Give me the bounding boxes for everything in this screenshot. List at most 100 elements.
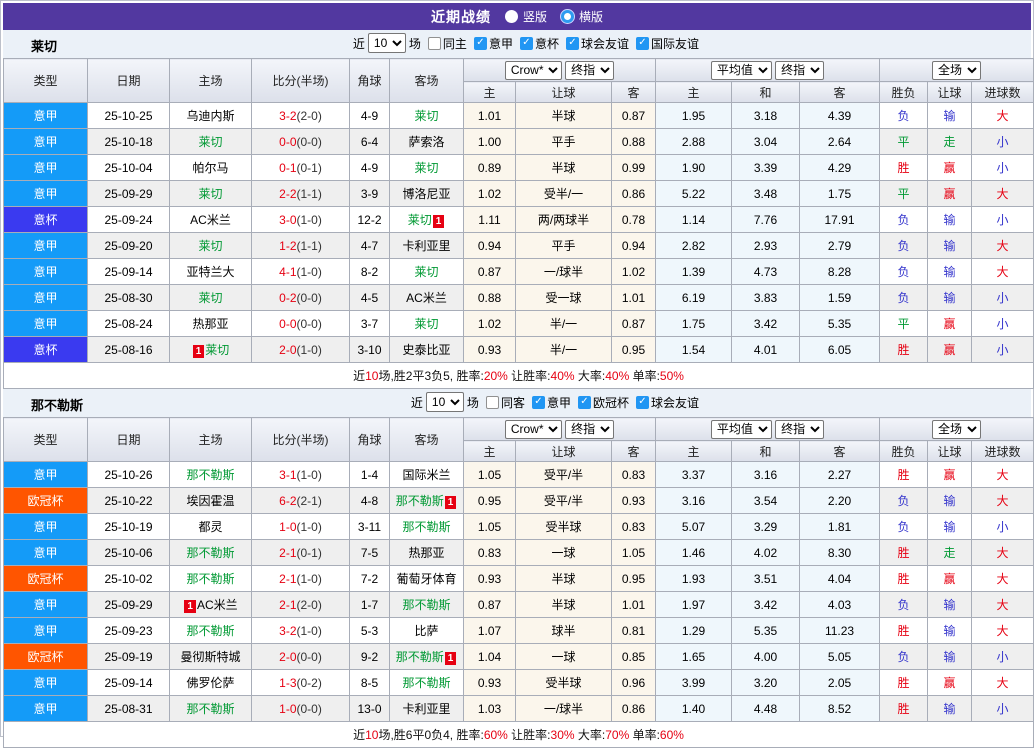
odds-away-cell: 0.99: [611, 154, 656, 181]
competition-label: 意甲: [546, 395, 571, 410]
away-team-cell: 莱切: [389, 310, 464, 337]
checkbox-icon[interactable]: ✓: [473, 36, 487, 50]
avg-time-select[interactable]: 终指: [775, 60, 825, 80]
same-venue-filter[interactable]: 同客: [479, 394, 525, 411]
same-venue-filter[interactable]: 同主: [421, 35, 467, 52]
team-name: AC米兰: [190, 213, 231, 227]
result-goals-cell: 大: [971, 258, 1034, 285]
checkbox-icon[interactable]: ✓: [635, 36, 649, 50]
avg-away-cell: 1.75: [798, 180, 881, 207]
checkbox-icon[interactable]: [427, 36, 441, 50]
corner-cell: 12-2: [349, 206, 390, 233]
avg-home-cell: 1.93: [655, 565, 732, 592]
scope-select[interactable]: 全场: [932, 60, 982, 80]
away-team-cell: 那不勒斯: [389, 591, 464, 618]
date-cell: 25-10-06: [87, 539, 170, 566]
scope-select[interactable]: 全场: [932, 419, 982, 439]
radio-unselected-icon[interactable]: [561, 10, 574, 23]
odds-source-select[interactable]: Crow*: [504, 60, 562, 80]
avg-source-select[interactable]: 平均值: [710, 60, 772, 80]
result-handicap-cell: 输: [927, 232, 973, 259]
odds-source-select[interactable]: Crow*: [504, 419, 562, 439]
result-goals-cell: 小: [971, 128, 1034, 155]
match-row: 欧冠杯 25-10-22 埃因霍温 6-2(2-1) 4-8 那不勒斯 1 0.95 受平/半 0…: [3, 487, 1034, 514]
competition-filters: ✓ 意甲 ✓ 意杯 ✓ 球会友谊 ✓ 国际友谊: [467, 34, 699, 52]
summary-segment: 大率:: [574, 369, 606, 383]
team-name: 亚特兰大: [186, 265, 235, 279]
half-time-score: (1-0): [296, 623, 322, 638]
home-team-cell: 那不勒斯: [169, 617, 252, 644]
competition-filter-意甲[interactable]: ✓ 意甲: [525, 394, 571, 411]
checkbox-icon[interactable]: [485, 395, 499, 409]
red-card-badge: 1: [444, 496, 457, 509]
red-card-badge: 1: [192, 345, 205, 358]
corner-cell: 3-7: [349, 310, 390, 337]
team-name: 比萨: [414, 624, 439, 638]
radio-selected-icon[interactable]: [504, 10, 518, 23]
competition-type-cell: 意甲: [3, 128, 88, 155]
avg-home-cell: 1.39: [655, 258, 732, 285]
avg-source-select[interactable]: 平均值: [710, 419, 772, 439]
corner-cell: 4-5: [349, 284, 390, 311]
checkbox-icon[interactable]: ✓: [635, 395, 649, 409]
checkbox-icon[interactable]: ✓: [531, 395, 545, 409]
date-cell: 25-10-18: [87, 128, 170, 155]
checkbox-icon[interactable]: ✓: [565, 36, 579, 50]
half-time-score: (1-0): [296, 212, 322, 227]
match-rows: 意甲 25-10-25 乌迪内斯 3-2(2-0) 4-9 莱切 1.01 半球 0.87 1.9…: [3, 102, 1034, 363]
result-goals-cell: 大: [971, 487, 1034, 514]
odds-away-cell: 1.01: [611, 284, 656, 311]
checkbox-icon[interactable]: ✓: [577, 395, 591, 409]
odds-away-cell: 1.01: [611, 591, 656, 618]
section-filter-bar: 那不勒斯 近 10 场 同客 ✓ 意甲 ✓ 欧冠杯 ✓ 球会友谊: [3, 389, 1031, 417]
full-time-score: 2-1: [279, 597, 297, 612]
avg-draw-cell: 3.42: [731, 591, 800, 618]
avg-home-cell: 2.82: [655, 232, 732, 259]
competition-filter-球会友谊[interactable]: ✓ 球会友谊: [559, 35, 629, 52]
same-venue-label: 同客: [500, 395, 525, 410]
summary-segment: 10: [365, 728, 379, 742]
match-row: 意杯 25-09-24 AC米兰 3-0(1-0) 12-2 莱切 1 1.11 两/两球半 0.…: [3, 206, 1034, 233]
competition-filter-意甲[interactable]: ✓ 意甲: [467, 35, 513, 52]
competition-label: 球会友谊: [650, 395, 699, 410]
away-team-cell: 卡利亚里: [389, 695, 464, 722]
away-team-cell: 卡利亚里: [389, 232, 464, 259]
half-time-score: (0-0): [296, 649, 322, 664]
avg-time-select[interactable]: 终指: [775, 419, 825, 439]
avg-home-cell: 3.99: [655, 669, 732, 696]
odds-home-cell: 1.01: [463, 102, 516, 129]
result-goals-cell: 大: [971, 617, 1034, 644]
odds-time-select[interactable]: 终指: [565, 419, 615, 439]
result-handicap-cell: 赢: [927, 180, 973, 207]
odds-home-cell: 0.89: [463, 154, 516, 181]
competition-filter-球会友谊[interactable]: ✓ 球会友谊: [629, 394, 699, 411]
summary-text: 近10场,胜6平0负4, 胜率:60% 让胜率:30% 大率:70% 单率:60…: [353, 728, 684, 742]
competition-type-cell: 意甲: [3, 695, 88, 722]
half-time-score: (1-0): [296, 264, 322, 279]
odds-time-select[interactable]: 终指: [565, 60, 615, 80]
avg-home-cell: 3.16: [655, 487, 732, 514]
result-handicap-cell: 赢: [927, 336, 973, 363]
competition-filter-意杯[interactable]: ✓ 意杯: [513, 35, 559, 52]
layout-radio-horizontal[interactable]: 横版: [561, 8, 603, 25]
avg-away-cell: 2.79: [798, 232, 881, 259]
match-count-select[interactable]: 10: [367, 33, 406, 53]
summary-segment: 让胜率:: [507, 369, 551, 383]
result-goals-cell: 大: [971, 180, 1034, 207]
full-time-score: 0-1: [279, 160, 297, 175]
match-count-select[interactable]: 10: [425, 392, 464, 412]
summary-segment: 大率:: [574, 728, 606, 742]
avg-draw-cell: 4.73: [731, 258, 800, 285]
result-goals-cell: 小: [971, 513, 1034, 540]
competition-type-cell: 意杯: [3, 206, 88, 233]
col-odds-away: 客: [611, 81, 656, 103]
competition-filter-欧冠杯[interactable]: ✓ 欧冠杯: [571, 394, 629, 411]
corner-cell: 7-2: [349, 565, 390, 592]
result-goals-cell: 大: [971, 232, 1034, 259]
layout-radio-vertical[interactable]: 竖版: [504, 8, 547, 25]
filter-prefix: 近: [352, 36, 365, 51]
checkbox-icon[interactable]: ✓: [519, 36, 533, 50]
avg-home-cell: 1.29: [655, 617, 732, 644]
score-cell: 2-0(1-0): [251, 336, 350, 363]
competition-filter-国际友谊[interactable]: ✓ 国际友谊: [629, 35, 699, 52]
